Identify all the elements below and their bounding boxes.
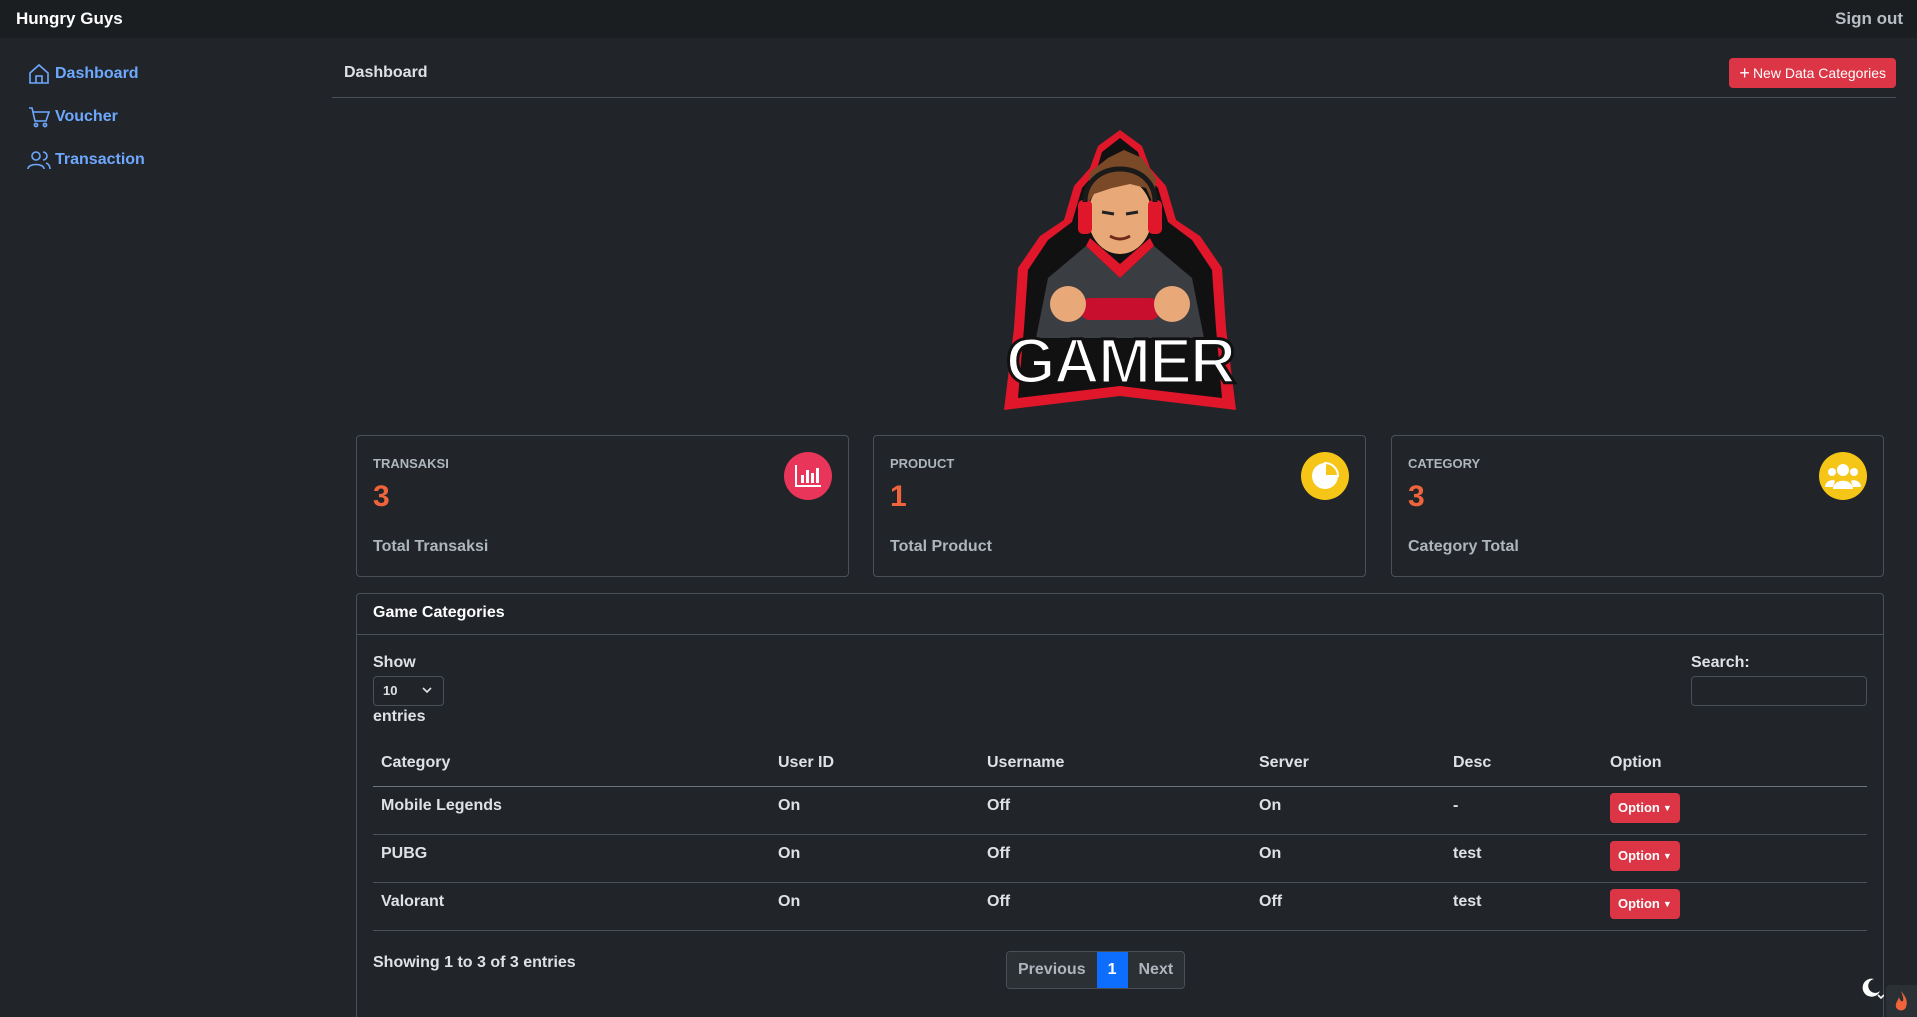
bar-chart-icon xyxy=(784,452,832,500)
sidebar-item-label: Transaction xyxy=(55,151,145,168)
cell-server: Off xyxy=(1251,882,1445,931)
cell-username: Off xyxy=(979,834,1251,883)
card-subtitle: Total Transaksi xyxy=(373,538,489,555)
main-header: Dashboard + New Data Categories xyxy=(332,54,1896,98)
top-navbar: Hungry Guys Sign out xyxy=(0,0,1917,38)
column-header[interactable]: User ID xyxy=(770,754,979,787)
cell-user-id: On xyxy=(770,882,979,931)
cell-server: On xyxy=(1251,786,1445,835)
caret-down-icon: ▼ xyxy=(1662,898,1672,909)
caret-down-icon: ▼ xyxy=(1662,850,1672,861)
cell-option: Option ▼ xyxy=(1602,882,1867,931)
table-info-text: Showing 1 to 3 of 3 entries xyxy=(373,954,576,971)
stat-card-transaksi: TRANSAKSI 3 Total Transaksi xyxy=(356,435,849,577)
pagination-previous[interactable]: Previous xyxy=(1007,952,1097,988)
table-row: Mobile Legends On Off On - Option ▼ xyxy=(373,786,1867,835)
stat-card-product: PRODUCT 1 Total Product xyxy=(873,435,1366,577)
sidebar-item-transaction[interactable]: Transaction xyxy=(27,148,145,172)
cell-category: PUBG xyxy=(373,834,770,883)
stat-card-category: CATEGORY 3 Category Total xyxy=(1391,435,1884,577)
card-title: Game Categories xyxy=(357,594,1883,635)
game-categories-card: Game Categories Show 10 entries Search: … xyxy=(356,593,1884,1017)
page-title: Dashboard xyxy=(344,64,428,81)
cell-desc: test xyxy=(1445,882,1602,931)
sidebar-item-dashboard[interactable]: Dashboard xyxy=(27,62,139,86)
sidebar: Dashboard Voucher Transaction xyxy=(0,38,330,1017)
card-value: 3 xyxy=(1408,480,1425,513)
house-icon xyxy=(29,63,49,84)
categories-table: Category User ID Username Server Desc Op… xyxy=(373,754,1867,931)
cart-icon xyxy=(29,107,51,128)
chevron-down-icon xyxy=(422,687,432,694)
show-label: Show xyxy=(373,654,416,671)
entries-label: entries xyxy=(373,708,426,725)
theme-toggle-icon[interactable] xyxy=(1858,975,1885,1001)
plus-icon: + xyxy=(1739,63,1750,83)
logo-text: GAMER xyxy=(1006,325,1235,397)
cell-user-id: On xyxy=(770,834,979,883)
cell-desc: - xyxy=(1445,786,1602,835)
users-icon xyxy=(1819,452,1867,500)
card-value: 3 xyxy=(373,480,390,513)
cell-option: Option ▼ xyxy=(1602,786,1867,835)
column-header[interactable]: Category xyxy=(373,754,770,787)
pie-chart-icon xyxy=(1301,452,1349,500)
sidebar-item-label: Dashboard xyxy=(55,65,139,82)
flame-icon[interactable] xyxy=(1886,985,1917,1017)
card-label: PRODUCT xyxy=(890,456,955,471)
cell-category: Mobile Legends xyxy=(373,786,770,835)
card-label: CATEGORY xyxy=(1408,456,1481,471)
table-row: Valorant On Off Off test Option ▼ xyxy=(373,882,1867,931)
column-header[interactable]: Desc xyxy=(1445,754,1602,787)
column-header[interactable]: Username xyxy=(979,754,1251,787)
card-subtitle: Category Total xyxy=(1408,538,1519,555)
cell-user-id: On xyxy=(770,786,979,835)
brand-name[interactable]: Hungry Guys xyxy=(16,9,123,29)
people-icon xyxy=(27,151,51,170)
table-row: PUBG On Off On test Option ▼ xyxy=(373,834,1867,883)
pagination-next[interactable]: Next xyxy=(1127,952,1185,988)
cell-category: Valorant xyxy=(373,882,770,931)
table-header-row: Category User ID Username Server Desc Op… xyxy=(373,754,1867,787)
card-label: TRANSAKSI xyxy=(373,456,449,471)
sidebar-item-label: Voucher xyxy=(55,108,118,125)
option-dropdown-button[interactable]: Option ▼ xyxy=(1610,792,1680,823)
column-header[interactable]: Option xyxy=(1602,754,1867,787)
entries-length-select[interactable]: 10 xyxy=(373,676,444,706)
cell-username: Off xyxy=(979,882,1251,931)
column-header[interactable]: Server xyxy=(1251,754,1445,787)
sidebar-item-voucher[interactable]: Voucher xyxy=(27,105,118,129)
pagination: Previous 1 Next xyxy=(1006,951,1186,989)
cell-server: On xyxy=(1251,834,1445,883)
cell-desc: test xyxy=(1445,834,1602,883)
search-input[interactable] xyxy=(1691,676,1867,706)
gamer-logo: GAMER xyxy=(990,128,1250,418)
caret-down-icon: ▼ xyxy=(1662,802,1672,813)
card-subtitle: Total Product xyxy=(890,538,992,555)
card-value: 1 xyxy=(890,480,907,513)
option-dropdown-button[interactable]: Option ▼ xyxy=(1610,840,1680,871)
signout-link[interactable]: Sign out xyxy=(1835,9,1903,29)
cell-username: Off xyxy=(979,786,1251,835)
option-dropdown-button[interactable]: Option ▼ xyxy=(1610,888,1680,919)
search-label: Search: xyxy=(1691,654,1750,671)
pagination-page-1[interactable]: 1 xyxy=(1096,952,1128,988)
new-data-categories-button[interactable]: + New Data Categories xyxy=(1729,58,1896,88)
cell-option: Option ▼ xyxy=(1602,834,1867,883)
